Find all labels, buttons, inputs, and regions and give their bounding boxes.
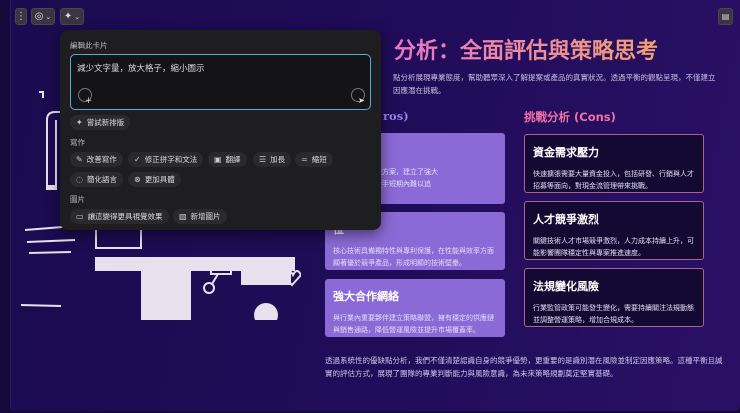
card-desc: 核心技術具備獨特性與專利保護，在性能與效率方面顯著優於競爭產品，形成明顯的技術壁… — [333, 247, 494, 267]
lengthen-button[interactable]: ☰ 加長 — [253, 152, 292, 167]
chip-label: 新增圖片 — [190, 212, 221, 221]
writing-section-label: 寫作 — [70, 138, 85, 147]
input-value: 減少文字量，放大格子，縮小圖示 — [77, 64, 205, 74]
presentation-icon: ▭ — [76, 212, 84, 221]
chip-label: 縮短 — [311, 155, 327, 164]
speech-bubble-icon: ◌ — [76, 175, 83, 184]
slide-footer: 透過系統性的優缺點分析，我們不僅清楚認識自身的競爭優勢，更重要的是識別潛在風險並… — [325, 356, 723, 378]
improve-writing-button[interactable]: ✎ 改善寫作 — [70, 152, 123, 167]
image-section-label: 圖片 — [70, 195, 85, 204]
subtitle-line: 因應潛在挑戰。 — [393, 86, 446, 95]
pros-card: 強大合作網絡與行業內重要夥伴建立策略聯盟，擁有穩定的供應鏈與銷售通路，降低營運風… — [325, 279, 505, 337]
cons-card: 人才競爭激烈關鍵技術人才市場競爭激烈，人力成本持續上升，可能影響團隊穩定性與專案… — [524, 201, 704, 260]
more-specific-button[interactable]: ⊗ 更加具體 — [128, 172, 181, 187]
lines-icon: ☰ — [259, 155, 267, 164]
subtitle-line: 點分析展現專業態度，幫助聽眾深入了解提案或產品的真實狀況。透過平衡的觀點呈現，不… — [393, 73, 716, 82]
chevron-down-icon: ⌄ — [45, 12, 52, 21]
make-visual-button[interactable]: ▭ 讓這變得更具視覺效果 — [70, 209, 169, 224]
card-desc: 快速擴張需要大量資金投入，包括研發、行銷與人才招募等面向，對現金流管理帶來挑戰。 — [533, 170, 694, 190]
target-icon: ⊗ — [134, 175, 141, 184]
pros-heading: ros) — [383, 109, 409, 123]
sparkle-icon: ✦ — [76, 118, 83, 127]
notes-icon: ▤ — [721, 12, 730, 21]
card-desc: 行業監管政策可能發生變化，需要持續關注法規動態並調整營運策略，增加合規成本。 — [533, 304, 694, 324]
fix-spelling-button[interactable]: ✓ 修正拼字和文法 — [128, 152, 204, 167]
card-title: 人才競爭激烈 — [533, 213, 599, 226]
cons-heading: 挑戰分析 (Cons) — [524, 110, 616, 124]
translate-button[interactable]: ▣ 翻譯 — [208, 152, 247, 167]
card-title: 資金需求壓力 — [533, 146, 599, 159]
edit-prompt-input[interactable]: 減少文字量，放大格子，縮小圖示 + ➤ — [70, 54, 371, 110]
add-image-button[interactable]: ▨ 新增圖片 — [173, 209, 227, 224]
card-desc: 關鍵技術人才市場競爭激烈，人力成本持續上升，可能影響團隊穩定性與專案推進速度。 — [533, 237, 694, 257]
shorten-button[interactable]: = 縮短 — [295, 152, 333, 167]
chip-label: 更加具體 — [144, 175, 175, 184]
check-icon: ✓ — [134, 155, 141, 164]
send-icon: ➤ — [358, 96, 365, 105]
more-icon: ⋮ — [16, 11, 26, 22]
chip-label: 讓這變得更具視覺效果 — [87, 212, 163, 221]
chip-label: 翻譯 — [225, 155, 241, 164]
theme-button[interactable]: ◎ ⌄ — [31, 8, 55, 25]
edit-card-popover: 編輯此卡片 減少文字量，放大格子，縮小圖示 + ➤ ✦ 嘗試新排版 寫作 ✎ 改善寫… — [60, 30, 381, 230]
equals-icon: = — [301, 155, 308, 164]
chevron-down-icon: ⌄ — [74, 12, 81, 21]
palette-icon: ◎ — [34, 11, 44, 22]
cons-card: 法規變化風險行業監管政策可能發生變化，需要持續關注法規動態並調整營運策略，增加合… — [524, 268, 704, 327]
image-icon: ▨ — [179, 212, 187, 221]
card-desc: 與行業內重要夥伴建立策略聯盟，擁有穩定的供應鏈與銷售通路，降低營運風險並提升市場… — [333, 314, 494, 334]
slide-subtitle: 點分析展現專業態度，幫助聽眾深入了解提案或產品的真實狀況。透過平衡的觀點呈現，不… — [393, 71, 716, 97]
sparkle-icon: ✦ — [63, 11, 73, 22]
cons-card: 資金需求壓力快速擴張需要大量資金投入，包括研發、行銷與人才招募等面向，對現金流管… — [524, 134, 704, 193]
card-title: 法規變化風險 — [533, 280, 599, 293]
slide-title: 分析：全面評估與策略思考 — [394, 33, 658, 65]
add-attachment-button[interactable]: + — [78, 88, 92, 106]
chip-label: 改善寫作 — [86, 155, 117, 164]
simplify-button[interactable]: ◌ 簡化語言 — [70, 172, 123, 187]
chip-label: 修正拼字和文法 — [144, 155, 198, 164]
plus-icon: + — [85, 96, 93, 106]
translate-icon: ▣ — [214, 155, 222, 164]
pen-icon: ✎ — [76, 155, 83, 164]
chip-label: 加長 — [270, 155, 286, 164]
card-title: 強大合作網絡 — [333, 290, 399, 303]
popover-heading: 編輯此卡片 — [70, 41, 108, 50]
chip-label: 嘗試新排版 — [86, 118, 125, 127]
more-button[interactable]: ⋮ — [15, 8, 27, 25]
notes-button[interactable]: ▤ — [718, 8, 733, 25]
chip-label: 簡化語言 — [86, 175, 117, 184]
ai-button[interactable]: ✦ ⌄ — [60, 8, 84, 25]
send-button[interactable]: ➤ — [351, 88, 365, 105]
try-new-layout-button[interactable]: ✦ 嘗試新排版 — [70, 115, 131, 130]
